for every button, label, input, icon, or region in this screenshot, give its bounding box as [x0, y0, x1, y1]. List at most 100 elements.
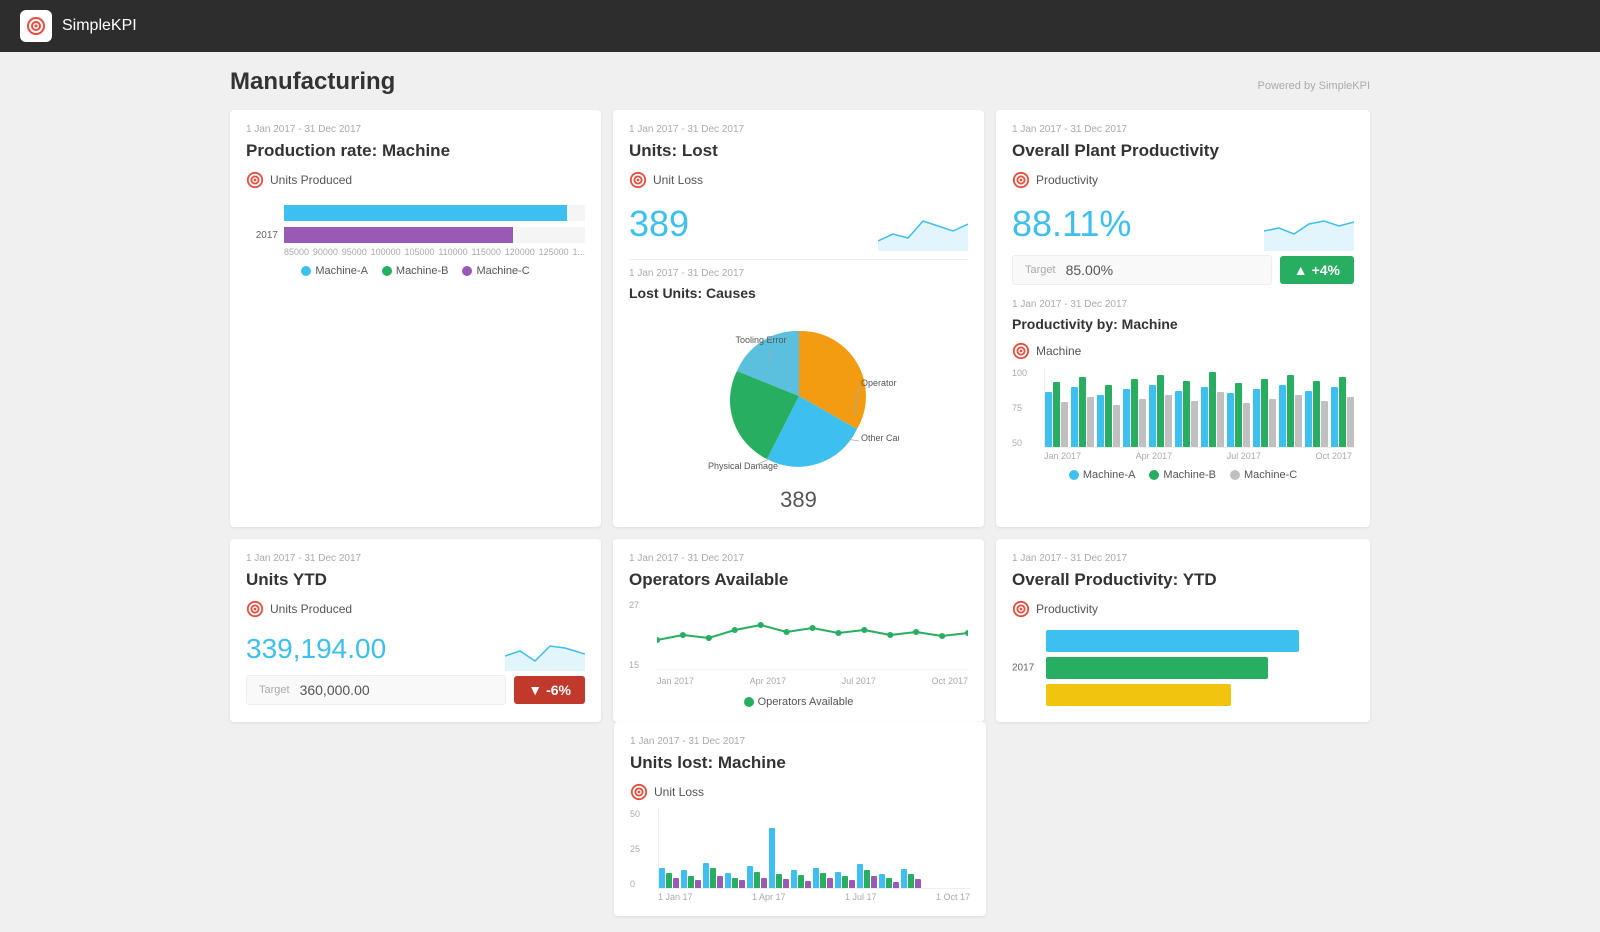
card-units-lost: 1 Jan 2017 - 31 Dec 2017 Units: Lost Uni…	[613, 110, 984, 527]
kpi-label-2: Unit Loss	[629, 171, 968, 189]
target-icon-ulm	[630, 783, 648, 801]
svg-text:Operator Damage: Operator Damage	[861, 378, 899, 388]
legend-1: Machine-A Machine-B Machine-C	[246, 265, 585, 277]
card-title-2b: Lost Units: Causes	[629, 285, 968, 301]
card-date-ulm: 1 Jan 2017 - 31 Dec 2017	[630, 736, 970, 747]
legend-productivity: Machine-A Machine-B Machine-C	[1012, 469, 1354, 481]
legend-label-a: Machine-A	[315, 265, 368, 277]
target-row-3: Target 85.00% ▲ +4%	[1012, 255, 1354, 285]
bar-group-4	[1123, 379, 1146, 447]
topbar: SimpleKPI	[0, 0, 1600, 52]
bar-group-7	[1201, 372, 1224, 447]
card-title-6: Overall Productivity: YTD	[1012, 570, 1354, 590]
card-title-3: Overall Plant Productivity	[1012, 141, 1354, 161]
svg-text:Tooling Error: Tooling Error	[735, 335, 786, 345]
bar-group-8	[1227, 383, 1250, 447]
card-title-5: Operators Available	[629, 570, 968, 590]
card-date-1: 1 Jan 2017 - 31 Dec 2017	[246, 124, 585, 135]
kpi-label-3b: Machine	[1012, 342, 1354, 360]
legend-prod-a: Machine-A	[1069, 469, 1136, 481]
bar-group-9	[1253, 379, 1276, 447]
legend-prod-label-b: Machine-B	[1163, 469, 1216, 481]
legend-prod-c: Machine-C	[1230, 469, 1297, 481]
kpi-label-3: Productivity	[1012, 171, 1354, 189]
bar-group-12	[1331, 377, 1354, 447]
pie-container: Tooling Error Operator Damage Other Caus…	[629, 311, 968, 513]
pie-total: 389	[780, 487, 817, 513]
card-date-3b: 1 Jan 2017 - 31 Dec 2017	[1012, 299, 1354, 310]
page-container: Manufacturing Powered by SimpleKPI 1 Jan…	[210, 52, 1390, 932]
target-label-4: Target	[259, 684, 290, 696]
card-units-ytd: 1 Jan 2017 - 31 Dec 2017 Units YTD Units…	[230, 539, 601, 722]
badge-4: ▼ -6%	[514, 676, 585, 704]
sparkline-4	[505, 626, 585, 671]
bar-group-6	[1175, 381, 1198, 447]
hbar-axis-1: 8500090000950001000001050001100001150001…	[246, 247, 585, 257]
target-box-3: Target 85.00%	[1012, 255, 1272, 285]
badge-value-3: +4%	[1312, 262, 1340, 278]
legend-operators-label: Operators Available	[758, 696, 854, 708]
big-number-4: 339,194.00	[246, 633, 386, 665]
card-date-6: 1 Jan 2017 - 31 Dec 2017	[1012, 553, 1354, 564]
target-value-3: 85.00%	[1066, 262, 1113, 278]
badge-arrow-up-3: ▲	[1294, 262, 1308, 278]
card-units-lost-machine: 1 Jan 2017 - 31 Dec 2017 Units lost: Mac…	[614, 722, 986, 916]
sparkline-row-3: 88.11%	[1012, 197, 1354, 251]
hbar-label-2017: 2017	[246, 230, 278, 241]
card-date-4: 1 Jan 2017 - 31 Dec 2017	[246, 553, 585, 564]
card-overall-ytd: 1 Jan 2017 - 31 Dec 2017 Overall Product…	[996, 539, 1370, 722]
card-date-2b: 1 Jan 2017 - 31 Dec 2017	[629, 268, 968, 279]
legend-machine-b: Machine-B	[382, 265, 449, 277]
kpi-label-text-2: Unit Loss	[653, 173, 703, 187]
app-name: SimpleKPI	[62, 17, 137, 35]
card-title-ulm: Units lost: Machine	[630, 753, 970, 773]
kpi-label-ulm: Unit Loss	[630, 783, 970, 801]
card-production-rate: 1 Jan 2017 - 31 Dec 2017 Production rate…	[230, 110, 601, 527]
target-row-4: Target 360,000.00 ▼ -6%	[246, 675, 585, 705]
hbar-track-2	[284, 227, 585, 243]
hbar-track-1	[284, 205, 585, 221]
hbar-chart-1: 2017 85000900009500010000010500011000011…	[246, 205, 585, 257]
page-title: Manufacturing	[230, 68, 395, 96]
bar-group-10	[1279, 375, 1302, 447]
logo-icon	[20, 10, 52, 42]
target-icon-1	[246, 171, 264, 189]
svg-text:Physical Damage: Physical Damage	[707, 461, 777, 471]
target-icon-6	[1012, 600, 1030, 618]
big-number-3: 88.11%	[1012, 203, 1131, 245]
page-header: Manufacturing Powered by SimpleKPI	[230, 68, 1370, 96]
svg-text:Other Causes: Other Causes	[861, 433, 899, 443]
hbar-fill-2	[284, 227, 513, 243]
kpi-label-text-ulm: Unit Loss	[654, 785, 704, 799]
legend-label-c: Machine-C	[476, 265, 529, 277]
card-overall-productivity: 1 Jan 2017 - 31 Dec 2017 Overall Plant P…	[996, 110, 1370, 527]
target-value-4: 360,000.00	[300, 682, 370, 698]
kpi-label-4: Units Produced	[246, 600, 585, 618]
logo: SimpleKPI	[20, 10, 137, 42]
sparkline-2	[878, 206, 968, 251]
bar-group-5	[1149, 375, 1172, 447]
legend-operators-item: Operators Available	[744, 696, 854, 708]
target-icon-3	[1012, 171, 1030, 189]
sparkline-row-4: 339,194.00	[246, 626, 585, 671]
bar-group-3	[1097, 385, 1120, 447]
badge-3: ▲ +4%	[1280, 256, 1354, 284]
bar-group-11	[1305, 381, 1328, 447]
hbar-fill-1	[284, 205, 567, 221]
legend-machine-c: Machine-C	[462, 265, 529, 277]
card-title-1: Production rate: Machine	[246, 141, 585, 161]
card-title-2: Units: Lost	[629, 141, 968, 161]
kpi-label-text-3b: Machine	[1036, 344, 1081, 358]
card-date-3: 1 Jan 2017 - 31 Dec 2017	[1012, 124, 1354, 135]
legend-prod-label-a: Machine-A	[1083, 469, 1136, 481]
target-box-4: Target 360,000.00	[246, 675, 506, 705]
kpi-label-text-6: Productivity	[1036, 602, 1098, 616]
bar-group-1	[1045, 382, 1068, 447]
target-icon-4	[246, 600, 264, 618]
target-label-3: Target	[1025, 264, 1056, 276]
big-number-2: 389	[629, 203, 689, 245]
target-icon-3b	[1012, 342, 1030, 360]
powered-by: Powered by SimpleKPI	[1258, 80, 1371, 92]
legend-prod-b: Machine-B	[1149, 469, 1216, 481]
card-date-5: 1 Jan 2017 - 31 Dec 2017	[629, 553, 968, 564]
